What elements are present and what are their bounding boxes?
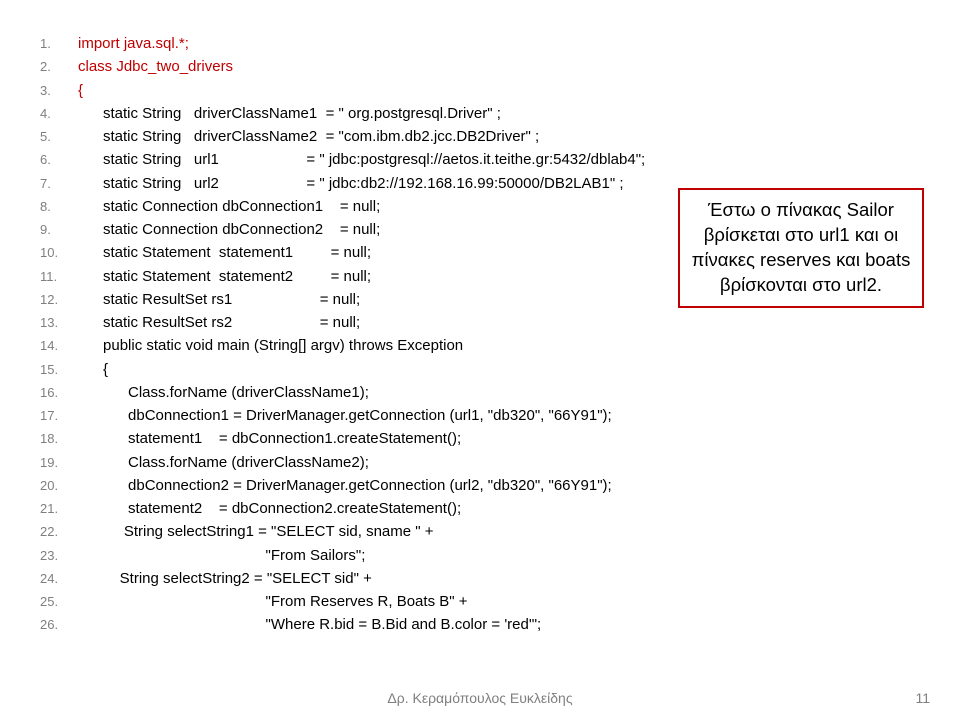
callout-box: Έστω ο πίνακας Sailor βρίσκεται στο url1… bbox=[678, 188, 924, 308]
code-line: 6. static String url1 = " jdbc:postgresq… bbox=[40, 148, 920, 171]
code-line: 18. statement1 = dbConnection1.createSta… bbox=[40, 427, 920, 450]
code-text: static String driverClassName2 = "com.ib… bbox=[78, 125, 539, 148]
line-number: 14. bbox=[40, 336, 78, 356]
code-line: 17. dbConnection1 = DriverManager.getCon… bbox=[40, 404, 920, 427]
code-line: 20. dbConnection2 = DriverManager.getCon… bbox=[40, 474, 920, 497]
code-block: 1.import java.sql.*;2.class Jdbc_two_dri… bbox=[40, 32, 920, 637]
code-line: 15. { bbox=[40, 358, 920, 381]
code-text: "From Reserves R, Boats B" + bbox=[78, 590, 468, 613]
code-line: 22. String selectString1 = "SELECT sid, … bbox=[40, 520, 920, 543]
line-number: 22. bbox=[40, 522, 78, 542]
line-number: 16. bbox=[40, 383, 78, 403]
code-line: 26. "Where R.bid = B.Bid and B.color = '… bbox=[40, 613, 920, 636]
line-number: 15. bbox=[40, 360, 78, 380]
code-text: { bbox=[78, 79, 83, 102]
code-text: import java.sql.*; bbox=[78, 32, 189, 55]
code-line: 23. "From Sailors"; bbox=[40, 544, 920, 567]
code-line: 14. public static void main (String[] ar… bbox=[40, 334, 920, 357]
line-number: 24. bbox=[40, 569, 78, 589]
code-text: { bbox=[78, 358, 108, 381]
code-line: 4. static String driverClassName1 = " or… bbox=[40, 102, 920, 125]
code-text: statement1 = dbConnection1.createStateme… bbox=[78, 427, 461, 450]
code-line: 24. String selectString2 = "SELECT sid" … bbox=[40, 567, 920, 590]
line-number: 21. bbox=[40, 499, 78, 519]
line-number: 18. bbox=[40, 429, 78, 449]
code-text: String selectString1 = "SELECT sid, snam… bbox=[78, 520, 434, 543]
line-number: 6. bbox=[40, 150, 78, 170]
line-number: 19. bbox=[40, 453, 78, 473]
code-text: "Where R.bid = B.Bid and B.color = 'red'… bbox=[78, 613, 541, 636]
code-line: 25. "From Reserves R, Boats B" + bbox=[40, 590, 920, 613]
code-text: Class.forName (driverClassName2); bbox=[78, 451, 369, 474]
footer-author: Δρ. Κεραμόπουλος Ευκλείδης bbox=[0, 690, 960, 706]
line-number: 13. bbox=[40, 313, 78, 333]
line-number: 8. bbox=[40, 197, 78, 217]
line-number: 17. bbox=[40, 406, 78, 426]
code-text: public static void main (String[] argv) … bbox=[78, 334, 463, 357]
line-number: 5. bbox=[40, 127, 78, 147]
line-number: 10. bbox=[40, 243, 78, 263]
line-number: 4. bbox=[40, 104, 78, 124]
code-line: 21. statement2 = dbConnection2.createSta… bbox=[40, 497, 920, 520]
code-text: statement2 = dbConnection2.createStateme… bbox=[78, 497, 461, 520]
line-number: 1. bbox=[40, 34, 78, 54]
code-text: static String url1 = " jdbc:postgresql:/… bbox=[78, 148, 645, 171]
code-line: 1.import java.sql.*; bbox=[40, 32, 920, 55]
code-text: static String url2 = " jdbc:db2://192.16… bbox=[78, 172, 624, 195]
code-text: static Statement statement1 = null; bbox=[78, 241, 371, 264]
code-line: 3.{ bbox=[40, 79, 920, 102]
line-number: 20. bbox=[40, 476, 78, 496]
code-text: "From Sailors"; bbox=[78, 544, 365, 567]
line-number: 26. bbox=[40, 615, 78, 635]
code-line: 13. static ResultSet rs2 = null; bbox=[40, 311, 920, 334]
code-text: static ResultSet rs1 = null; bbox=[78, 288, 360, 311]
code-text: dbConnection1 = DriverManager.getConnect… bbox=[78, 404, 612, 427]
code-text: static ResultSet rs2 = null; bbox=[78, 311, 360, 334]
slide: 1.import java.sql.*;2.class Jdbc_two_dri… bbox=[0, 0, 960, 720]
line-number: 3. bbox=[40, 81, 78, 101]
code-line: 2.class Jdbc_two_drivers bbox=[40, 55, 920, 78]
line-number: 7. bbox=[40, 174, 78, 194]
line-number: 23. bbox=[40, 546, 78, 566]
line-number: 12. bbox=[40, 290, 78, 310]
line-number: 11. bbox=[40, 267, 78, 287]
code-text: Class.forName (driverClassName1); bbox=[78, 381, 369, 404]
code-text: String selectString2 = "SELECT sid" + bbox=[78, 567, 372, 590]
line-number: 25. bbox=[40, 592, 78, 612]
code-line: 16. Class.forName (driverClassName1); bbox=[40, 381, 920, 404]
code-text: dbConnection2 = DriverManager.getConnect… bbox=[78, 474, 612, 497]
code-text: static Connection dbConnection1 = null; bbox=[78, 195, 380, 218]
code-line: 19. Class.forName (driverClassName2); bbox=[40, 451, 920, 474]
page-number: 11 bbox=[915, 690, 930, 706]
line-number: 2. bbox=[40, 57, 78, 77]
code-text: class Jdbc_two_drivers bbox=[78, 55, 233, 78]
code-text: static Connection dbConnection2 = null; bbox=[78, 218, 380, 241]
code-text: static String driverClassName1 = " org.p… bbox=[78, 102, 501, 125]
code-text: static Statement statement2 = null; bbox=[78, 265, 371, 288]
line-number: 9. bbox=[40, 220, 78, 240]
code-line: 5. static String driverClassName2 = "com… bbox=[40, 125, 920, 148]
